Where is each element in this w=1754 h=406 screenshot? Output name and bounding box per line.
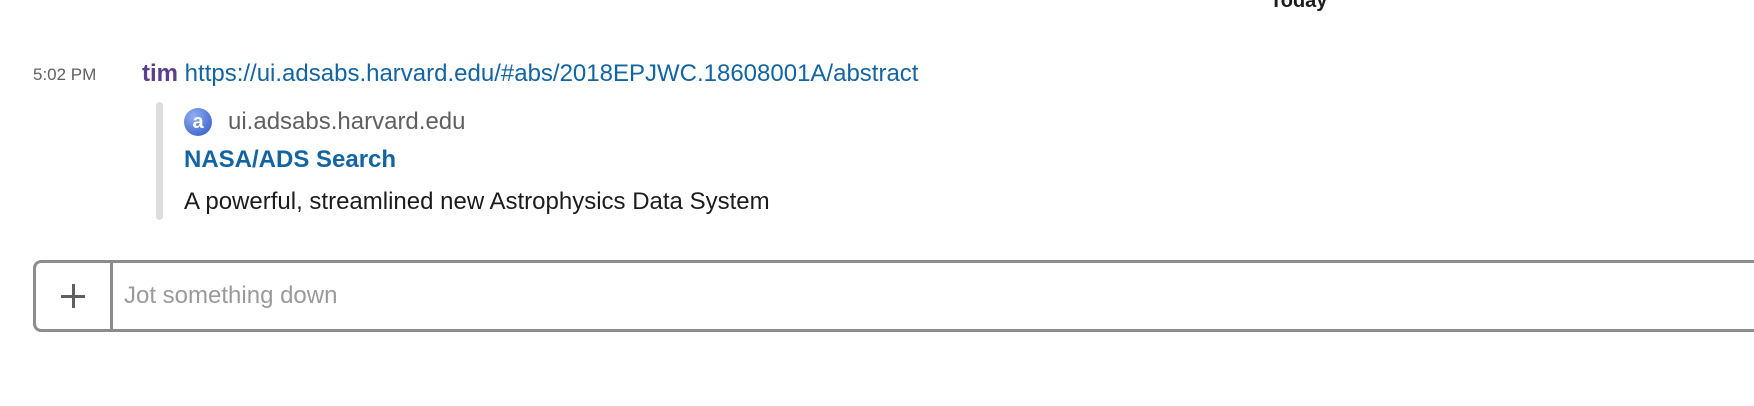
message-input[interactable] xyxy=(124,263,1724,329)
message-timestamp[interactable]: 5:02 PM xyxy=(33,65,96,85)
plus-icon xyxy=(61,284,85,308)
chat-view: Today 5:02 PM tim https://ui.adsabs.harv… xyxy=(0,0,1754,406)
attach-button[interactable] xyxy=(36,263,113,329)
day-divider-label: Today xyxy=(1270,0,1328,12)
link-preview-description: A powerful, streamlined new Astrophysics… xyxy=(184,188,770,215)
message-header: tim https://ui.adsabs.harvard.edu/#abs/2… xyxy=(142,60,918,88)
link-preview-bar xyxy=(156,102,163,220)
link-preview-title[interactable]: NASA/ADS Search xyxy=(184,146,396,174)
site-favicon-icon: a xyxy=(184,108,212,136)
link-preview: a ui.adsabs.harvard.edu NASA/ADS Search … xyxy=(156,102,1056,220)
link-preview-site: a ui.adsabs.harvard.edu xyxy=(184,106,466,138)
sender-name[interactable]: tim xyxy=(142,60,178,87)
site-name: ui.adsabs.harvard.edu xyxy=(228,108,466,135)
message-composer xyxy=(33,260,1754,332)
message-link[interactable]: https://ui.adsabs.harvard.edu/#abs/2018E… xyxy=(185,60,919,87)
